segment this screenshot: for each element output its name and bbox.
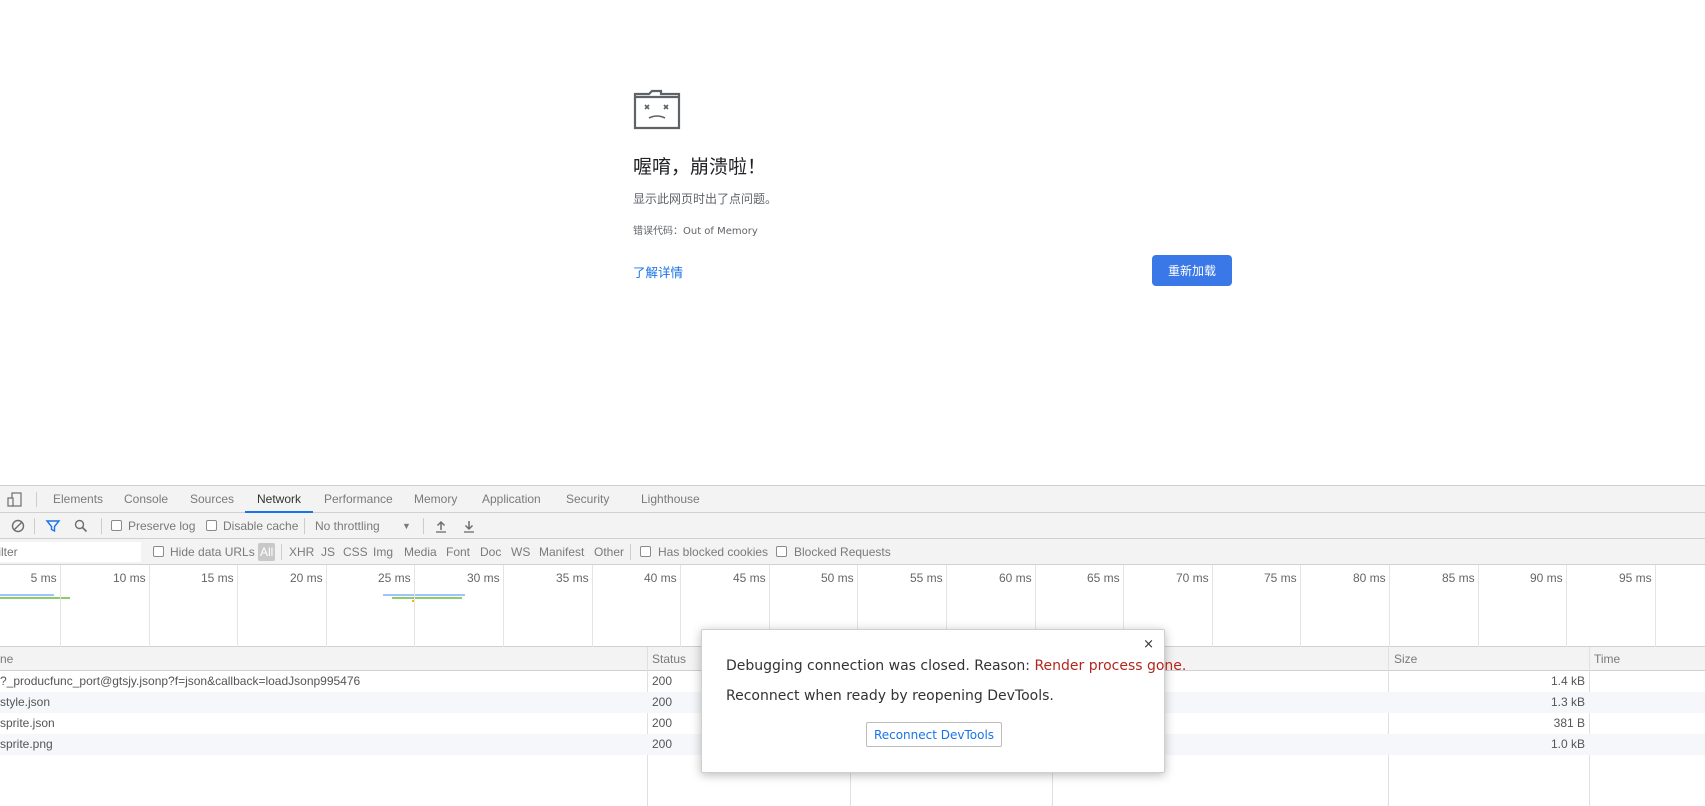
crash-title: 喔唷，崩溃啦！ — [633, 156, 767, 178]
reload-button[interactable]: 重新加载 — [1152, 255, 1232, 286]
toolbar-divider — [423, 518, 424, 534]
error-code: 错误代码：Out of Memory — [633, 226, 758, 237]
learn-more-link[interactable]: 了解详情 — [633, 262, 683, 281]
type-filter-xhr[interactable]: XHR — [289, 539, 314, 565]
request-size: 1.3 kB — [1550, 695, 1585, 709]
search-icon[interactable] — [73, 518, 89, 534]
device-toolbar-icon[interactable] — [7, 492, 23, 507]
blocked-requests-checkbox[interactable] — [776, 546, 787, 557]
network-filter-bar: Hide data URLs All XHR JS CSS Img Media … — [0, 539, 1705, 565]
dialog-reason: Render process gone. — [1034, 658, 1187, 674]
dialog-message-prefix: Debugging connection was closed. Reason: — [726, 658, 1035, 674]
column-header-status[interactable]: Status — [652, 647, 686, 671]
tab-security[interactable]: Security — [566, 486, 609, 513]
disable-cache-checkbox[interactable] — [206, 520, 217, 531]
crash-page: 喔唷，崩溃啦！ 显示此网页时出了点问题。 错误代码：Out of Memory … — [633, 88, 1233, 286]
debugging-closed-dialog: × Debugging connection was closed. Reaso… — [701, 629, 1186, 773]
request-size: 381 B — [1553, 716, 1585, 730]
timeline-tick-label: 95 ms — [1619, 571, 1652, 585]
request-size: 1.4 kB — [1550, 674, 1585, 688]
tab-performance[interactable]: Performance — [324, 486, 393, 513]
dialog-message: Debugging connection was closed. Reason:… — [726, 658, 1186, 674]
has-blocked-cookies-label: Has blocked cookies — [658, 545, 769, 559]
chevron-down-icon[interactable]: ▼ — [402, 513, 411, 539]
preserve-log-checkbox[interactable] — [111, 520, 122, 531]
column-header-name[interactable]: ne — [0, 647, 13, 671]
type-filter-img[interactable]: Img — [373, 539, 393, 565]
request-name: sprite.png — [0, 737, 53, 751]
toolbar-divider — [304, 518, 305, 534]
export-har-icon[interactable] — [461, 518, 477, 534]
tab-divider — [36, 492, 37, 507]
type-filter-font[interactable]: Font — [446, 539, 470, 565]
request-name: sprite.json — [0, 716, 55, 730]
request-size: 1.0 kB — [1550, 737, 1585, 751]
import-har-icon[interactable] — [433, 518, 449, 534]
throttling-select[interactable]: No throttling — [315, 513, 380, 539]
hide-data-urls-checkbox[interactable] — [153, 546, 164, 557]
tab-lighthouse[interactable]: Lighthouse — [641, 486, 700, 513]
reconnect-devtools-button[interactable]: Reconnect DevTools — [866, 722, 1002, 747]
type-filter-all[interactable]: All — [258, 543, 276, 561]
type-filter-js[interactable]: JS — [321, 539, 335, 565]
filter-divider — [630, 544, 631, 560]
request-status: 200 — [652, 737, 673, 751]
network-toolbar: Preserve log Disable cache No throttling… — [0, 513, 1705, 539]
tab-elements[interactable]: Elements — [53, 486, 103, 513]
tab-network[interactable]: Network — [245, 486, 313, 513]
devtools-tab-bar: Elements Console Sources Network Perform… — [0, 486, 1705, 513]
has-blocked-cookies-checkbox[interactable] — [640, 546, 651, 557]
request-status: 200 — [652, 716, 673, 730]
column-header-time[interactable]: Time — [1594, 647, 1620, 671]
preserve-log-label: Preserve log — [128, 519, 196, 533]
hide-data-urls-label: Hide data URLs — [170, 545, 255, 559]
tab-console[interactable]: Console — [124, 486, 168, 513]
toolbar-divider — [101, 518, 102, 534]
filter-divider — [281, 544, 282, 560]
type-filter-css[interactable]: CSS — [343, 539, 368, 565]
filter-icon[interactable] — [45, 518, 61, 534]
tab-memory[interactable]: Memory — [414, 486, 457, 513]
column-header-size[interactable]: Size — [1394, 647, 1417, 671]
type-filter-manifest[interactable]: Manifest — [539, 539, 584, 565]
request-status: 200 — [652, 695, 673, 709]
close-icon[interactable]: × — [1143, 637, 1154, 652]
filter-input[interactable] — [0, 542, 141, 562]
crash-description: 显示此网页时出了点问题。 — [633, 192, 778, 206]
sad-folder-icon — [633, 89, 681, 130]
tab-application[interactable]: Application — [482, 486, 541, 513]
disable-cache-label: Disable cache — [223, 519, 299, 533]
toolbar-divider — [34, 518, 35, 534]
type-filter-ws[interactable]: WS — [511, 539, 530, 565]
request-name: style.json — [0, 695, 51, 709]
type-filter-doc[interactable]: Doc — [480, 539, 501, 565]
request-name: ?_producfunc_port@gtsjy.jsonp?f=json&cal… — [0, 674, 361, 688]
type-filter-media[interactable]: Media — [404, 539, 437, 565]
request-status: 200 — [652, 674, 673, 688]
clear-icon[interactable] — [10, 518, 26, 534]
type-filter-other[interactable]: Other — [594, 539, 624, 565]
dialog-hint: Reconnect when ready by reopening DevToo… — [726, 688, 1054, 704]
blocked-requests-label: Blocked Requests — [794, 545, 891, 559]
tab-sources[interactable]: Sources — [190, 486, 234, 513]
